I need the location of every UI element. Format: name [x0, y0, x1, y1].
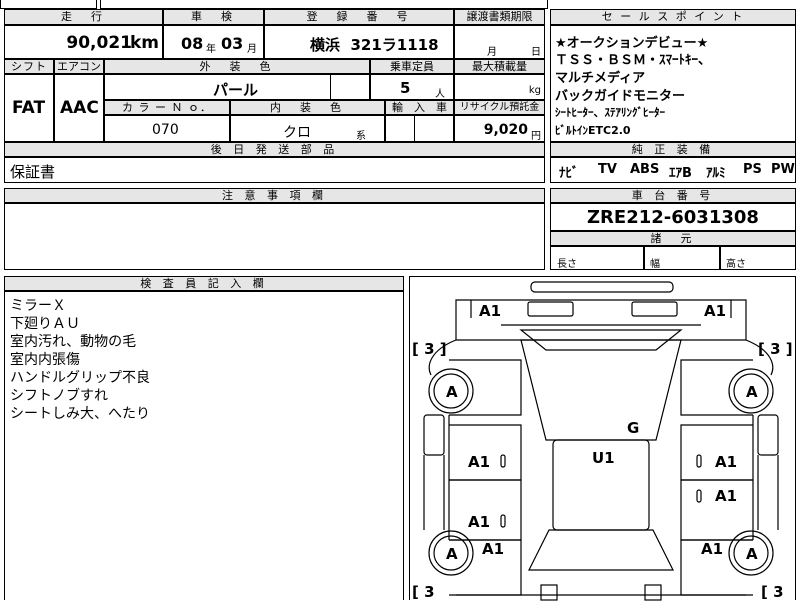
tire-front-right: A [746, 383, 758, 401]
note-line: ハンドルグリップ不良 [10, 370, 150, 386]
color-no-header: カ ラ ー Ｎ ｏ． [104, 100, 230, 115]
capacity-header: 乗車定員 [370, 59, 454, 74]
exterior-color-header: 外 装 色 [104, 59, 370, 74]
note-line: ミラーＸ [10, 298, 66, 314]
equipment-header: 純 正 装 備 [550, 142, 796, 157]
equipment-item: ｴｱB [669, 166, 692, 181]
tire-rear-left: A [446, 545, 458, 563]
recycle-cell: 9,020 円 [454, 115, 545, 142]
mileage-value: 90,021 [66, 33, 132, 53]
sales-point-line: ﾋﾞﾙﾄｲﾝETC2.0 [555, 124, 631, 137]
inspection-cell: 08 年 03 月 [163, 25, 264, 59]
max-load-cell: kg [454, 74, 545, 100]
recycle-value: 9,020 [483, 122, 528, 138]
equipment-cell: ﾅﾋﾞ TV ABS ｴｱB ｱﾙﾐ PS PW [550, 157, 796, 183]
inspector-notes-box: ミラーＸ 下廻りＡＵ 室内汚れ、動物の毛 室内内張傷 ハンドルグリップ不良 シフ… [4, 291, 404, 600]
max-load-header: 最大積載量 [454, 59, 545, 74]
equipment-item: PS [743, 162, 762, 177]
caution-header: 注 意 事 項 欄 [4, 188, 545, 203]
equipment-item: TV [598, 162, 617, 177]
note-line: 室内内張傷 [10, 352, 80, 368]
tread-depth-front-right: [ 3 ] [758, 340, 793, 358]
specs-width-cell: 幅 [644, 246, 720, 270]
note-line: シートしみ大、へたり [10, 406, 150, 422]
interior-color-cell: クロ 系 [230, 115, 385, 142]
interior-color-header: 内 装 色 [230, 100, 385, 115]
sales-points-header: セ ー ル ス ポ イ ン ト [550, 9, 796, 25]
aircon-header: エアコン [54, 59, 104, 74]
import-cell [385, 115, 454, 142]
car-diagram-box: A1 A1 A A A A [ 3 ] [ 3 ] [ 3 [ 3 G U1 A… [409, 276, 796, 601]
later-parts-value: 保証書 [10, 163, 56, 181]
tire-front-left: A [446, 383, 458, 401]
specs-length-cell: 長さ [550, 246, 644, 270]
tread-depth-front-left: [ 3 ] [412, 340, 447, 358]
shift-cell: FAT [4, 74, 54, 142]
note-line: シフトノブすれ [10, 388, 108, 404]
import-header: 輸 入 車 [385, 100, 454, 115]
capacity-value: 5 [400, 79, 411, 97]
mileage-unit: km [129, 33, 159, 53]
transfer-deadline-header: 譲渡書類期限 [454, 9, 545, 25]
tread-depth-rear-right: [ 3 [761, 583, 784, 601]
color-no-value: 070 [152, 122, 179, 138]
sales-point-line: マルチメディア [555, 71, 646, 86]
caution-box [4, 203, 545, 270]
interior-color-value: クロ [283, 125, 311, 141]
registration-value: 横浜 321ラ1118 [310, 36, 439, 54]
sales-points-box: ★オークションデビュー★ ＴＳＳ・ＢＳＭ・ｽﾏｰﾄｷｰ、 マルチメディア バック… [550, 25, 796, 142]
note-line: 下廻りＡＵ [10, 316, 80, 332]
damage-rear-right: A1 [701, 540, 723, 558]
tire-rear-right: A [746, 545, 758, 563]
aircon-cell: AAC [54, 74, 104, 142]
sales-point-line: バックガイドモニター [555, 89, 686, 104]
color-no-cell: 070 [104, 115, 230, 142]
note-line: 室内汚れ、動物の毛 [10, 334, 137, 350]
capacity-cell: 5 人 [370, 74, 454, 100]
aircon-value: AAC [60, 98, 99, 118]
mileage-header: 走 行 [4, 9, 163, 25]
inspection-header: 車 検 [163, 9, 264, 25]
transfer-deadline-cell: 月 日 [454, 25, 545, 59]
specs-header: 諸 元 [550, 231, 796, 246]
exterior-color-cell: パール [104, 74, 370, 100]
equipment-item: ﾅﾋﾞ [559, 166, 579, 181]
inspector-notes-header: 検 査 員 記 入 欄 [4, 276, 404, 291]
specs-height-cell: 高さ [720, 246, 796, 270]
damage-door-rear-left: A1 [468, 513, 490, 531]
equipment-item: ｱﾙﾐ [706, 166, 726, 181]
damage-door-front-left: A1 [468, 453, 490, 471]
damage-center: U1 [592, 449, 615, 467]
damage-front-right: A1 [704, 302, 726, 320]
damage-door-front-right: A1 [715, 453, 737, 471]
chassis-number-cell: ZRE212-6031308 [550, 203, 796, 231]
damage-front-left: A1 [479, 302, 501, 320]
later-parts-header: 後 日 発 送 部 品 [4, 142, 545, 157]
damage-rear-left: A1 [482, 540, 504, 558]
recycle-header: リサイクル預託金 [454, 100, 545, 115]
damage-center-g: G [627, 419, 639, 437]
shift-value: FAT [12, 98, 46, 118]
equipment-item: ABS [630, 162, 660, 177]
sales-point-line: ｼｰﾄﾋｰﾀｰ、ｽﾃｱﾘﾝｸﾞﾋｰﾀｰ [555, 106, 665, 119]
chassis-number-value: ZRE212-6031308 [587, 207, 759, 228]
inspection-month: 03 [221, 34, 244, 53]
exterior-color-value: パール [213, 81, 259, 99]
sales-point-line: ＴＳＳ・ＢＳＭ・ｽﾏｰﾄｷｰ、 [555, 53, 712, 68]
registration-header: 登 録 番 号 [264, 9, 454, 25]
inspection-year: 08 [181, 34, 204, 53]
mileage-cell: 90,021 km [4, 25, 163, 59]
equipment-item: PW [771, 162, 795, 177]
registration-cell: 横浜 321ラ1118 [264, 25, 454, 59]
tread-depth-rear-left: [ 3 [412, 583, 435, 601]
top-clipped-strip [0, 0, 548, 9]
later-parts-cell: 保証書 [4, 157, 545, 183]
chassis-number-header: 車 台 番 号 [550, 188, 796, 203]
damage-door-rear-right: A1 [715, 487, 737, 505]
shift-header: シフト [4, 59, 54, 74]
car-diagram: A1 A1 A A A A [ 3 ] [ 3 ] [ 3 [ 3 G U1 A… [412, 281, 793, 601]
